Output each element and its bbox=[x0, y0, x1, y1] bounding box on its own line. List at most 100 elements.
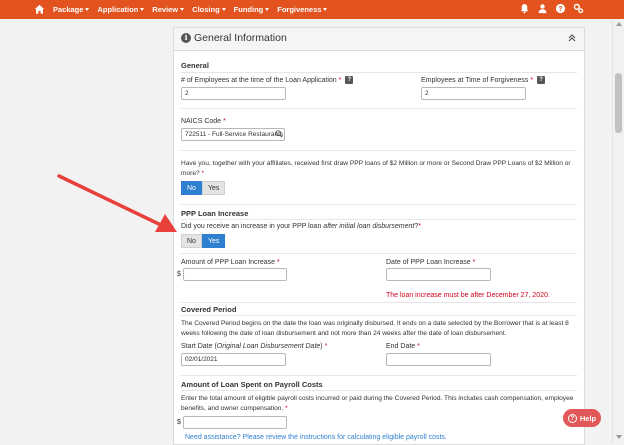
menu-closing[interactable]: Closing bbox=[192, 5, 226, 14]
settings-icon[interactable] bbox=[573, 3, 584, 14]
required-mark: * bbox=[418, 223, 421, 230]
loan-increase-toggle: No Yes bbox=[181, 234, 226, 248]
divider bbox=[181, 72, 577, 73]
panel-header: i General Information bbox=[174, 28, 584, 51]
main-menu: Package Application Review Closing Fundi… bbox=[53, 0, 328, 19]
scroll-up-arrow-icon[interactable] bbox=[616, 22, 622, 26]
menu-package[interactable]: Package bbox=[53, 5, 90, 14]
question-italic-text: after initial loan disbursement bbox=[323, 223, 415, 230]
chevron-down-icon bbox=[323, 8, 328, 11]
affiliates-question: Have you, together with your affiliates,… bbox=[181, 159, 576, 179]
scroll-thumb[interactable] bbox=[615, 73, 622, 133]
employees-loan-input[interactable]: 2 bbox=[181, 87, 286, 100]
start-date-label-italic: Original Loan Disbursement Date bbox=[216, 343, 321, 350]
required-mark: * bbox=[223, 118, 226, 125]
start-date-label-a: Start Date ( bbox=[181, 343, 217, 350]
employees-loan-label-text: # of Employees at the time of the Loan A… bbox=[181, 76, 337, 84]
bell-icon[interactable] bbox=[519, 3, 530, 14]
required-mark: * bbox=[277, 259, 280, 266]
section-payroll-heading: Amount of Loan Spent on Payroll Costs bbox=[181, 380, 323, 389]
divider bbox=[181, 253, 577, 254]
divider bbox=[181, 390, 577, 391]
question-circle-icon: ? bbox=[567, 413, 577, 423]
naics-label-text: NAICS Code bbox=[181, 118, 222, 125]
annotation-arrow-icon bbox=[57, 174, 177, 232]
loan-increase-yes-button[interactable]: Yes bbox=[201, 234, 226, 248]
employees-forgiveness-label-text: Employees at Time of Forgiveness bbox=[421, 76, 529, 84]
help-tooltip-icon[interactable]: ? bbox=[537, 76, 546, 84]
covered-period-description: The Covered Period begins on the date th… bbox=[181, 320, 569, 337]
user-icon[interactable] bbox=[537, 3, 548, 14]
employees-loan-label: # of Employees at the time of the Loan A… bbox=[181, 76, 354, 84]
menu-package-label: Package bbox=[53, 5, 84, 14]
affiliates-question-text: Have you, together with your affiliates,… bbox=[181, 160, 571, 177]
menu-forgiveness-label: Forgiveness bbox=[277, 5, 322, 14]
question-text: Did you receive an increase in your PPP … bbox=[181, 223, 324, 230]
divider bbox=[181, 108, 577, 109]
divider bbox=[181, 315, 577, 316]
menu-funding-label: Funding bbox=[233, 5, 264, 14]
page-scrollbar[interactable] bbox=[612, 19, 624, 443]
affiliates-yes-button[interactable]: Yes bbox=[201, 181, 226, 195]
divider bbox=[181, 302, 577, 303]
end-date-input[interactable] bbox=[386, 353, 491, 366]
divider bbox=[181, 219, 577, 220]
chevron-down-icon bbox=[140, 8, 145, 11]
section-loan-increase-heading: PPP Loan Increase bbox=[181, 209, 249, 218]
employees-forgiveness-input[interactable]: 2 bbox=[421, 87, 526, 100]
menu-forgiveness[interactable]: Forgiveness bbox=[277, 5, 328, 14]
payroll-amount-input[interactable] bbox=[183, 416, 287, 429]
collapse-chevrons-icon[interactable] bbox=[567, 33, 577, 43]
naics-value: 722511 - Full-Service Restaurants bbox=[185, 131, 284, 138]
employees-forgiveness-label: Employees at Time of Forgiveness * ? bbox=[421, 76, 546, 84]
required-mark: * bbox=[338, 76, 342, 84]
affiliates-no-button[interactable]: No bbox=[181, 181, 202, 195]
start-date-label: Start Date (Original Loan Disbursement D… bbox=[181, 343, 327, 350]
required-mark: * bbox=[472, 259, 476, 266]
naics-label: NAICS Code * bbox=[181, 118, 226, 125]
help-button[interactable]: ? Help bbox=[563, 409, 601, 427]
increase-amount-input[interactable] bbox=[183, 268, 287, 281]
payroll-description-text: Enter the total amount of eligible payro… bbox=[181, 395, 574, 412]
menu-review[interactable]: Review bbox=[152, 5, 185, 14]
loan-increase-question: Did you receive an increase in your PPP … bbox=[181, 223, 421, 230]
affiliates-toggle: No Yes bbox=[181, 181, 226, 195]
menu-review-label: Review bbox=[152, 5, 179, 14]
loan-increase-no-button[interactable]: No bbox=[181, 234, 202, 248]
naics-search-input[interactable]: 722511 - Full-Service Restaurants bbox=[181, 128, 285, 141]
start-date-label-b: ) bbox=[320, 343, 323, 350]
scroll-down-arrow-icon[interactable] bbox=[616, 435, 622, 439]
start-date-input[interactable]: 02/01/2021 bbox=[181, 353, 286, 366]
increase-amount-label: Amount of PPP Loan Increase * bbox=[181, 259, 280, 266]
top-navbar: Package Application Review Closing Fundi… bbox=[0, 0, 624, 19]
required-mark: * bbox=[530, 76, 534, 84]
divider bbox=[181, 204, 577, 205]
section-covered-period-heading: Covered Period bbox=[181, 305, 237, 314]
home-icon[interactable] bbox=[34, 4, 45, 15]
increase-amount-label-text: Amount of PPP Loan Increase bbox=[181, 259, 276, 266]
payroll-assistance-link[interactable]: Need assistance? Please review the instr… bbox=[185, 434, 447, 441]
end-date-label-text: End Date bbox=[386, 343, 416, 350]
required-mark: * bbox=[201, 170, 205, 177]
section-general-heading: General bbox=[181, 61, 209, 70]
menu-application[interactable]: Application bbox=[97, 5, 145, 14]
info-icon: i bbox=[181, 33, 191, 43]
svg-text:?: ? bbox=[558, 6, 562, 13]
help-tooltip-icon[interactable]: ? bbox=[345, 76, 354, 84]
chevron-down-icon bbox=[85, 8, 90, 11]
search-icon[interactable] bbox=[275, 130, 283, 138]
required-mark: * bbox=[285, 405, 288, 412]
chevron-down-icon bbox=[221, 8, 226, 11]
divider bbox=[181, 375, 577, 376]
payroll-description: Enter the total amount of eligible payro… bbox=[181, 394, 579, 414]
menu-funding[interactable]: Funding bbox=[234, 5, 270, 14]
help-button-label: Help bbox=[579, 413, 597, 423]
chevron-down-icon bbox=[265, 8, 270, 11]
panel-title: General Information bbox=[194, 32, 287, 44]
question-icon[interactable]: ? bbox=[555, 3, 566, 14]
currency-symbol: $ bbox=[177, 271, 181, 278]
currency-symbol: $ bbox=[177, 419, 181, 426]
increase-date-input[interactable] bbox=[386, 268, 491, 281]
general-information-panel: i General Information General # of Emplo… bbox=[173, 27, 585, 445]
increase-date-label-text: Date of PPP Loan Increase bbox=[386, 259, 471, 266]
